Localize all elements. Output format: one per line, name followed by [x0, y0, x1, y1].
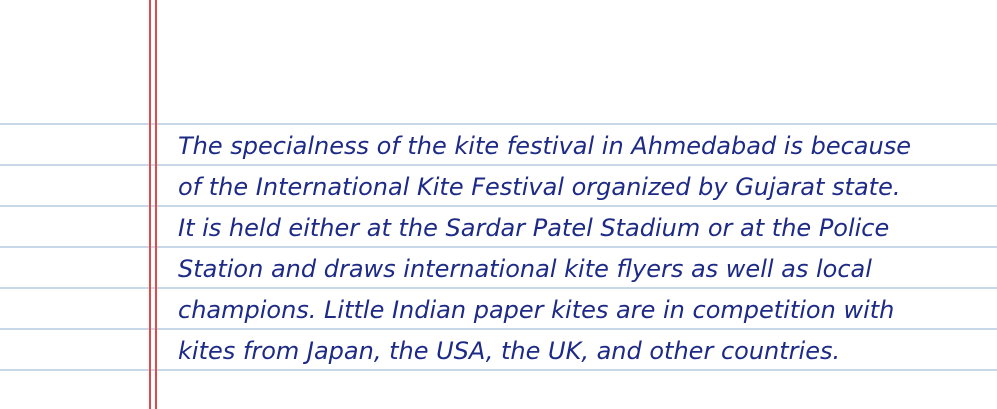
margin-line-left — [149, 0, 151, 409]
text-line: kites from Japan, the USA, the UK, and o… — [178, 337, 841, 365]
text-line: champions. Little Indian paper kites are… — [178, 296, 895, 324]
margin-line-right — [155, 0, 157, 409]
text-line: of the International Kite Festival organ… — [178, 173, 901, 201]
text-line: It is held either at the Sardar Patel St… — [178, 214, 890, 242]
handwritten-paragraph: The specialness of the kite festival in … — [178, 126, 993, 372]
text-line: The specialness of the kite festival in … — [178, 132, 911, 160]
notebook-page: The specialness of the kite festival in … — [0, 0, 997, 409]
text-line: Station and draws international kite fly… — [178, 255, 872, 283]
